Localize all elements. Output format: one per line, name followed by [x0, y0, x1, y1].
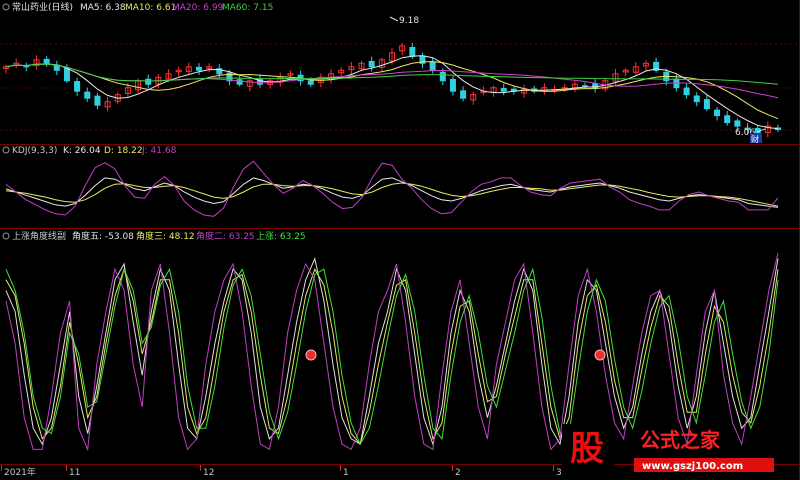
- legend-ma20: MA20: 6.99: [172, 3, 224, 13]
- legend-angle3: 角度三: 48.12: [136, 230, 195, 242]
- legend-angle2: 角度二: 63.25: [196, 230, 255, 242]
- candle-body: [63, 67, 70, 82]
- chart-canvas: 常山药业(日线) MA5: 6.38 MA10: 6.61 MA20: 6.99…: [0, 0, 800, 480]
- kdj-legend: KDJ(9,3,3) K: 26.04 D: 18.22 J: 41.68: [2, 146, 177, 156]
- x-tick-label: 1: [343, 468, 349, 478]
- legend-ma10: MA10: 6.61: [125, 3, 176, 13]
- candle-body: [449, 78, 456, 92]
- high-label: 9.18: [399, 16, 419, 26]
- candle-body: [724, 115, 731, 124]
- candle-body: [683, 87, 690, 96]
- candle-body: [368, 60, 375, 68]
- candle-body: [196, 66, 202, 71]
- watermark-logo: 股: [570, 429, 604, 469]
- candle-body: [84, 91, 91, 99]
- legend-rise: 上涨: 63.25: [256, 231, 306, 242]
- candle-body: [429, 61, 436, 71]
- candle-body: [409, 47, 416, 57]
- indicator-title: 上涨角度线副: [12, 230, 66, 242]
- legend-ma60: MA60: 7.15: [222, 3, 273, 13]
- candle-body: [460, 90, 467, 99]
- candle-body: [693, 95, 700, 103]
- x-tick-label: 11: [69, 468, 80, 478]
- financial-tag: 财: [751, 134, 759, 144]
- candle-body: [500, 88, 507, 92]
- x-tick-label: 2021年: [4, 466, 36, 478]
- signal-dot-1[interactable]: [305, 349, 317, 361]
- x-tick-label: 12: [203, 468, 214, 478]
- legend-j: J: 41.68: [141, 146, 177, 156]
- legend-d: D: 18.22: [104, 146, 143, 156]
- candle-body: [307, 80, 314, 85]
- candle-body: [439, 71, 446, 82]
- kdj-title: KDJ(9,3,3): [12, 146, 57, 156]
- legend-k: K: 26.04: [63, 146, 101, 156]
- candle-body: [43, 58, 50, 64]
- x-tick-label: 3: [556, 468, 562, 478]
- watermark-url: www.gszj100.com: [642, 461, 743, 472]
- candle-body: [714, 109, 721, 117]
- candle-body: [74, 81, 81, 92]
- candle-body: [94, 95, 101, 106]
- candle-body: [734, 120, 741, 127]
- indicator-legend: 上涨角度线副 角度五: -53.08 角度三: 48.12 角度二: 63.25…: [2, 230, 306, 242]
- legend-ma5: MA5: 6.38: [80, 3, 126, 13]
- x-tick-label: 2: [455, 468, 461, 478]
- main-legend: 常山药业(日线) MA5: 6.38 MA10: 6.61 MA20: 6.99…: [2, 1, 273, 13]
- candle-body: [145, 78, 152, 85]
- candle-body: [703, 99, 710, 110]
- legend-angle5: 角度五: -53.08: [72, 230, 134, 242]
- signal-dot-2[interactable]: [594, 349, 606, 361]
- watermark-site-name: 公式之家: [640, 428, 721, 452]
- stock-name: 常山药业(日线): [12, 1, 73, 13]
